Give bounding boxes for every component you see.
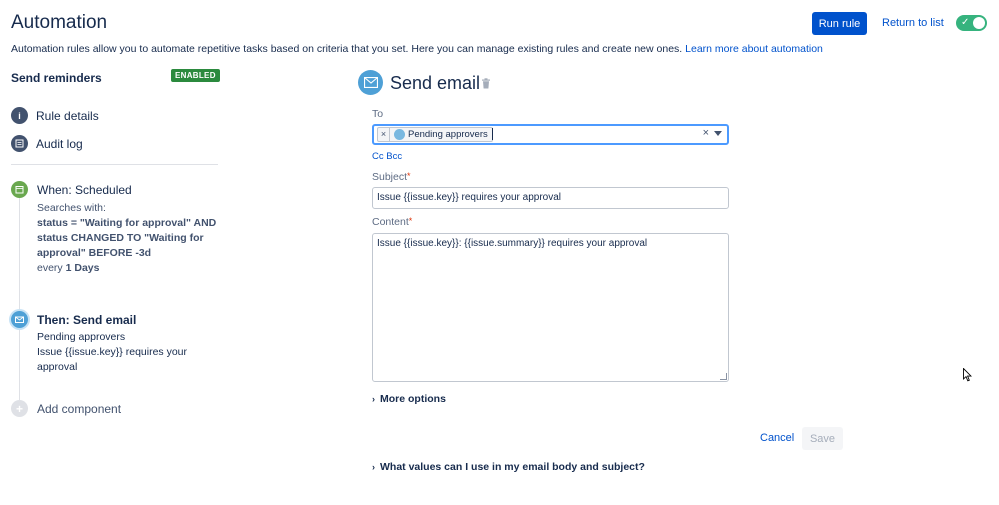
recipient-chip-label: Pending approvers: [408, 129, 488, 140]
add-component-label: Add component: [37, 401, 122, 416]
envelope-icon: [11, 311, 28, 328]
status-badge: ENABLED: [171, 69, 220, 82]
sidebar-divider: [11, 164, 218, 165]
page-title: Automation: [11, 12, 108, 33]
more-options-expander[interactable]: › More options: [372, 393, 446, 405]
page-description: Automation rules allow you to automate r…: [11, 43, 823, 55]
trigger-step-title: When: Scheduled: [37, 183, 132, 197]
action-step-subject-1: Issue {{issue.key}} requires your: [37, 346, 188, 358]
sidebar-item-audit-log[interactable]: Audit log: [11, 135, 83, 152]
check-icon: ✓: [961, 17, 970, 28]
panel-title: Send email: [390, 73, 481, 93]
chevron-down-icon[interactable]: [714, 131, 722, 136]
action-step[interactable]: Then: Send email Pending approvers Issue…: [11, 311, 187, 375]
mouse-cursor-icon: [963, 367, 973, 385]
trigger-step-jql-2: status CHANGED TO "Waiting for: [37, 232, 204, 244]
text-caret: [492, 128, 493, 140]
to-field[interactable]: × Pending approvers ×: [372, 124, 729, 145]
sidebar-item-label: Audit log: [36, 136, 83, 151]
subject-input[interactable]: Issue {{issue.key}} requires your approv…: [372, 187, 729, 209]
info-icon: i: [11, 107, 28, 124]
content-label-text: Content: [372, 216, 409, 228]
action-step-title: Then: Send email: [37, 313, 137, 327]
description-text: Automation rules allow you to automate r…: [11, 43, 683, 55]
schedule-prefix: every: [37, 262, 63, 274]
trigger-step[interactable]: When: Scheduled Searches with: status = …: [11, 181, 216, 276]
subject-label-text: Subject: [372, 171, 408, 183]
learn-more-link[interactable]: Learn more about automation: [685, 43, 823, 55]
more-options-label: More options: [380, 393, 446, 405]
content-textarea[interactable]: Issue {{issue.key}}: {{issue.summary}} r…: [372, 233, 729, 382]
trigger-step-jql-1: status = "Waiting for approval" AND: [37, 217, 217, 229]
content-text: Issue {{issue.key}}: {{issue.summary}} r…: [377, 238, 648, 249]
calendar-icon: [11, 181, 28, 198]
return-to-list-link[interactable]: Return to list: [882, 17, 944, 29]
recipient-chip: × Pending approvers: [377, 127, 493, 142]
trash-icon[interactable]: [481, 78, 491, 92]
rule-enabled-toggle[interactable]: ✓: [956, 15, 987, 31]
clear-icon[interactable]: ×: [703, 127, 709, 139]
add-component-button[interactable]: + Add component: [11, 400, 121, 417]
trigger-step-searches: Searches with:: [37, 202, 106, 214]
envelope-icon: [358, 70, 383, 95]
run-rule-button[interactable]: Run rule: [812, 12, 867, 35]
action-step-recipient: Pending approvers: [37, 331, 126, 343]
remove-chip-icon[interactable]: ×: [378, 128, 390, 141]
sidebar-item-rule-details[interactable]: i Rule details: [11, 107, 99, 124]
cc-bcc-link[interactable]: Cc Bcc: [372, 151, 402, 162]
content-label: Content*: [372, 216, 413, 228]
help-values-expander[interactable]: › What values can I use in my email body…: [372, 461, 645, 473]
resize-handle[interactable]: [720, 373, 727, 380]
help-values-label: What values can I use in my email body a…: [380, 461, 645, 473]
action-step-subject-2: approval: [37, 361, 78, 373]
schedule-value: 1 Days: [65, 262, 100, 274]
toggle-knob: [973, 17, 985, 29]
trigger-step-jql-3: approval" BEFORE -3d: [37, 247, 152, 259]
group-avatar: [394, 129, 405, 140]
rule-name: Send reminders: [11, 71, 102, 85]
to-label: To: [372, 108, 384, 120]
list-icon: [11, 135, 28, 152]
trigger-step-schedule: every 1 Days: [37, 261, 216, 276]
chevron-right-icon: ›: [372, 462, 375, 472]
chevron-right-icon: ›: [372, 394, 375, 404]
cancel-button[interactable]: Cancel: [760, 432, 794, 444]
plus-icon: +: [11, 400, 28, 417]
save-button[interactable]: Save: [802, 427, 843, 450]
subject-label: Subject*: [372, 171, 411, 183]
sidebar-item-label: Rule details: [36, 108, 99, 123]
